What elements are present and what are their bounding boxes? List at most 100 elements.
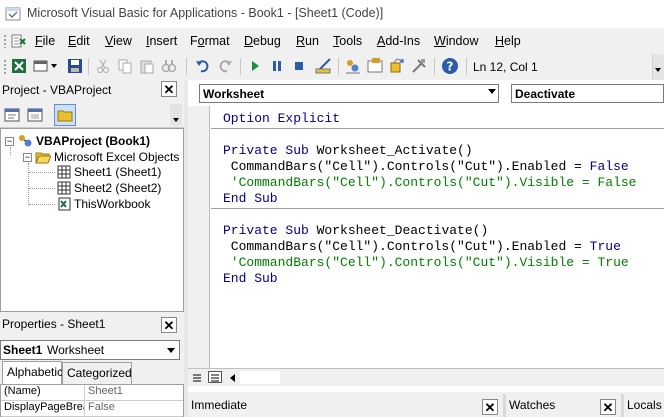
view-object-icon[interactable] (26, 106, 44, 124)
toolbar-separator (434, 58, 435, 75)
property-value[interactable]: False (85, 401, 115, 416)
code-line[interactable]: 'CommandBars("Cell").Controls("Cut").Vis… (223, 255, 629, 271)
cursor-position: Ln 12, Col 1 (473, 60, 538, 74)
code-horizontal-scrollbar[interactable] (188, 368, 664, 386)
properties-object-select[interactable]: Sheet1 Worksheet (0, 340, 180, 360)
object-select[interactable]: Worksheet (199, 84, 499, 103)
property-row[interactable]: (Name) Sheet1 (1, 385, 183, 401)
menu-insert[interactable]: Insert (146, 34, 177, 48)
project-explorer-icon[interactable] (344, 57, 362, 75)
find-icon[interactable] (160, 57, 178, 75)
menu-format[interactable]: Format (190, 34, 230, 48)
menu-help[interactable]: Help (495, 34, 521, 48)
tree-node-excel-objects[interactable]: − Microsoft Excel Objects (23, 149, 179, 165)
toolbox-icon[interactable] (410, 57, 428, 75)
property-value[interactable]: Sheet1 (85, 385, 123, 400)
tree-label: ThisWorkbook (74, 197, 151, 211)
code-keyword: Private Sub (223, 223, 309, 238)
procedure-select[interactable]: Deactivate (511, 84, 664, 103)
code-line[interactable]: Option Explicit (223, 111, 340, 127)
project-tree: − VBAProject (Book1) − Microsoft Excel O… (0, 128, 184, 312)
code-line[interactable]: Private Sub Worksheet_Deactivate() (223, 223, 488, 239)
properties-window-icon[interactable] (366, 57, 384, 75)
break-icon[interactable] (268, 57, 286, 75)
toolbar-grip[interactable] (3, 59, 7, 75)
immediate-close-button[interactable]: ✕ (482, 399, 498, 415)
pane-splitter[interactable] (621, 394, 624, 417)
watches-close-button[interactable]: ✕ (600, 399, 616, 415)
code-line[interactable]: End Sub (223, 271, 278, 287)
code-line[interactable]: CommandBars("Cell").Controls("Cut").Enab… (223, 239, 621, 255)
tree-label: VBAProject (Book1) (36, 134, 151, 148)
undo-icon[interactable] (194, 57, 212, 75)
code-margin[interactable] (188, 106, 210, 368)
redo-icon[interactable] (216, 57, 234, 75)
project-toolbar (0, 102, 184, 128)
reset-icon[interactable] (290, 57, 308, 75)
tab-alphabetic[interactable]: Alphabetic (2, 361, 63, 384)
insert-dropdown-icon[interactable] (51, 64, 57, 68)
menu-add-ins[interactable]: Add-Ins (377, 34, 420, 48)
toolbar-separator (240, 58, 241, 75)
tree-node-sheet1[interactable]: Sheet1 (Sheet1) (57, 165, 161, 179)
menu-grip[interactable] (3, 34, 7, 48)
vba-app-icon (5, 6, 21, 22)
code-line[interactable]: CommandBars("Cell").Controls("Cut").Enab… (223, 159, 629, 175)
code-comment: 'CommandBars("Cell").Controls("Cut").Vis… (223, 175, 637, 190)
toolbar-separator (186, 58, 187, 75)
insert-module-icon[interactable] (32, 57, 50, 75)
cut-icon[interactable] (94, 57, 112, 75)
procedure-view-icon[interactable] (192, 372, 202, 382)
tree-node-thisworkbook[interactable]: ThisWorkbook (57, 197, 150, 211)
code-line[interactable]: 'CommandBars("Cell").Controls("Cut").Vis… (223, 175, 637, 191)
properties-panel-title: Properties - Sheet1 (2, 317, 106, 331)
code-line[interactable]: Private Sub Worksheet_Activate() (223, 143, 473, 159)
full-module-view-icon[interactable] (208, 371, 222, 383)
folder-open-icon (35, 152, 51, 164)
property-name: DisplayPageBreaks (1, 401, 85, 416)
paste-icon[interactable] (138, 57, 156, 75)
object-name: Sheet1 (3, 343, 43, 357)
procedure-separator (211, 128, 664, 129)
menu-window[interactable]: Window (434, 34, 478, 48)
menu-debug[interactable]: Debug (244, 34, 281, 48)
procedure-separator (211, 208, 664, 209)
save-icon[interactable] (66, 57, 84, 75)
scroll-thumb[interactable] (240, 371, 280, 384)
code-keyword: Option Explicit (223, 111, 341, 126)
menu-tools[interactable]: Tools (333, 34, 362, 48)
tree-node-sheet2[interactable]: Sheet2 (Sheet2) (57, 181, 161, 195)
code-line[interactable]: End Sub (223, 191, 278, 207)
tree-node-vbaproject[interactable]: − VBAProject (Book1) (5, 133, 150, 149)
object-browser-icon[interactable] (388, 57, 406, 75)
view-code-icon[interactable] (3, 106, 21, 124)
standard-toolbar: ? Ln 12, Col 1 (0, 54, 664, 80)
bottom-panes (188, 392, 664, 417)
collapse-icon[interactable]: − (23, 152, 32, 162)
property-row[interactable]: DisplayPageBreaks False (1, 401, 183, 417)
menu-edit[interactable]: Edit (68, 34, 90, 48)
menu-view[interactable]: View (105, 34, 132, 48)
toggle-folders-button[interactable] (54, 104, 76, 126)
project-toolbar-overflow[interactable] (170, 104, 182, 126)
project-close-button[interactable]: ✕ (161, 81, 177, 97)
properties-close-button[interactable]: ✕ (161, 317, 177, 333)
help-icon[interactable]: ? (441, 57, 459, 75)
excel-menu-icon[interactable] (10, 32, 28, 50)
collapse-icon[interactable]: − (5, 136, 14, 146)
toolbar-overflow-button[interactable] (652, 54, 664, 80)
tree-label: Sheet1 (Sheet1) (74, 165, 162, 179)
title-bar: Microsoft Visual Basic for Applications … (0, 0, 664, 28)
project-panel-title: Project - VBAProject (2, 83, 112, 97)
pane-splitter[interactable] (503, 394, 506, 417)
menu-file[interactable]: File (35, 34, 55, 48)
scroll-left-icon[interactable] (230, 374, 235, 382)
code-editor[interactable]: Option Explicit Private Sub Worksheet_Act… (211, 106, 664, 368)
code-text: CommandBars("Cell").Controls("Cut").Enab… (223, 239, 590, 254)
design-mode-icon[interactable] (314, 57, 332, 75)
view-excel-icon[interactable] (10, 57, 28, 75)
menu-run[interactable]: Run (296, 34, 319, 48)
copy-icon[interactable] (116, 57, 134, 75)
run-icon[interactable] (246, 57, 264, 75)
tab-categorized[interactable]: Categorized (62, 362, 132, 384)
